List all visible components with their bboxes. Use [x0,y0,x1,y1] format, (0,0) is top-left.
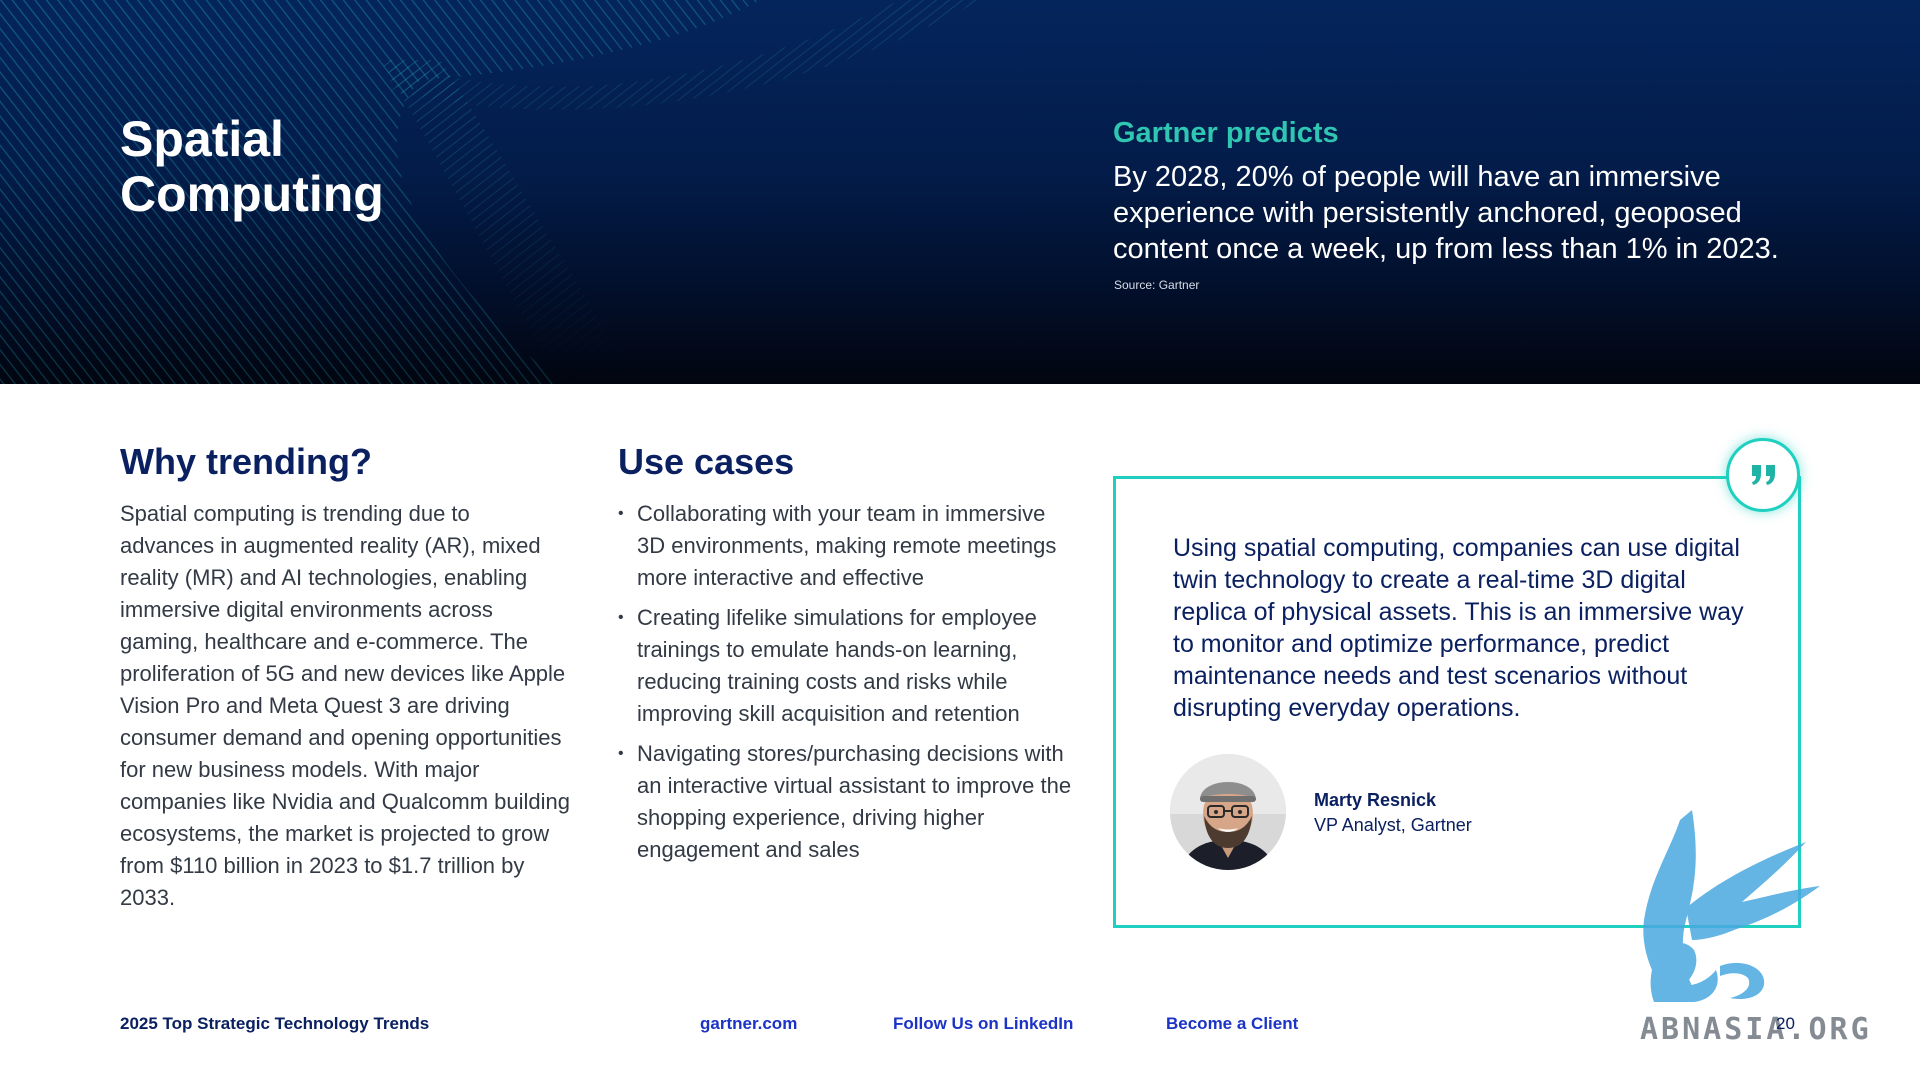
use-case-item: Navigating stores/purchasing decisions w… [618,738,1078,866]
avatar [1170,754,1286,870]
why-trending-heading: Why trending? [120,441,372,482]
quote-mark-icon [1752,465,1775,485]
page-number: 20 [1776,1014,1795,1033]
quote-badge [1726,438,1800,512]
quote-author-role: VP Analyst, Gartner [1314,815,1472,835]
why-trending-body: Spatial computing is trending due to adv… [120,501,571,910]
page-title: Spatial Computing [120,112,540,222]
footer-link-linkedin[interactable]: Follow Us on LinkedIn [893,1013,1073,1035]
prediction-text: By 2028, 20% of people will have an imme… [1113,161,1779,265]
quote-text: Using spatial computing, companies can u… [1173,534,1744,722]
use-cases-list: Collaborating with your team in immersiv… [618,498,1078,874]
use-cases-heading: Use cases [618,441,795,482]
page-title-line-2: Computing [120,166,384,222]
watermark-text: ABNASIA.ORG [1640,1012,1872,1047]
use-case-item: Creating lifelike simulations for employ… [618,602,1078,730]
prediction-label: Gartner predicts [1113,117,1339,149]
quote-author-name: Marty Resnick [1314,790,1437,810]
use-case-item: Collaborating with your team in immersiv… [618,498,1078,594]
footer-link-gartner[interactable]: gartner.com [700,1013,797,1035]
watermark-griffin-logo [1643,810,1820,1002]
footer-report-title: 2025 Top Strategic Technology Trends [120,1014,430,1033]
page-title-line-1: Spatial [120,111,284,167]
footer-link-become-client[interactable]: Become a Client [1166,1013,1298,1035]
hero-banner: Spatial Computing Gartner predicts By 20… [0,0,1920,384]
prediction-source: Source: Gartner [1114,278,1200,292]
